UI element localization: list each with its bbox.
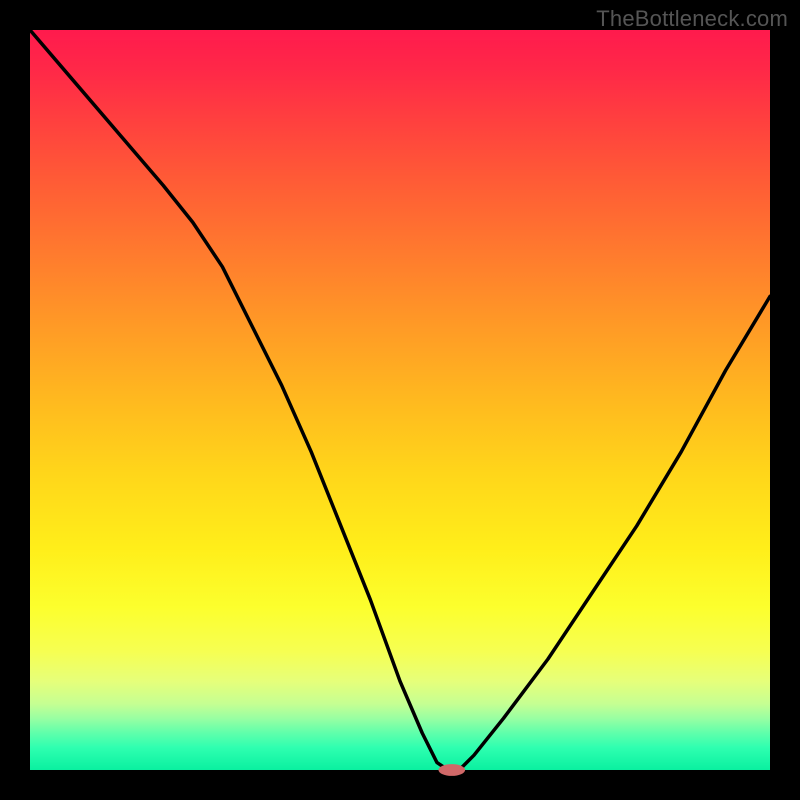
optimal-point-marker bbox=[438, 764, 465, 776]
plot-area bbox=[30, 30, 770, 770]
watermark-text: TheBottleneck.com bbox=[596, 6, 788, 32]
chart-svg bbox=[30, 30, 770, 770]
bottleneck-curve bbox=[30, 30, 770, 770]
chart-frame: TheBottleneck.com bbox=[0, 0, 800, 800]
